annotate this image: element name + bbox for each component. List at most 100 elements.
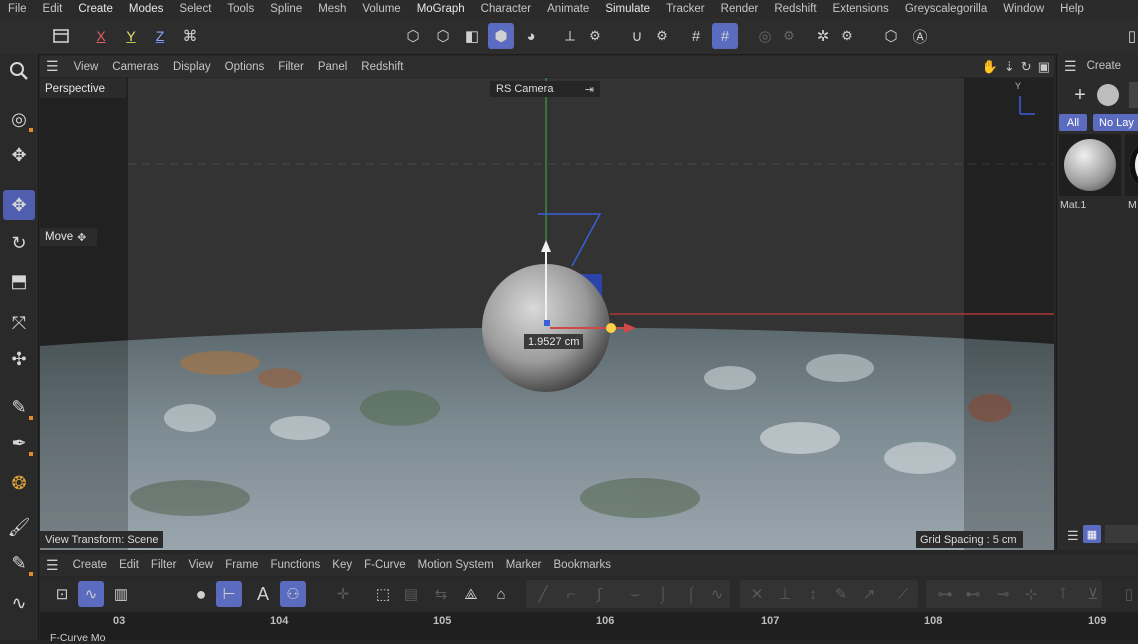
- dopesheet-mode-icon[interactable]: ⊡: [49, 581, 75, 607]
- menu-spline[interactable]: Spline: [262, 3, 310, 15]
- menu-select[interactable]: Select: [171, 3, 219, 15]
- redshift-ipr-icon[interactable]: Ⓐ: [907, 23, 933, 49]
- tangent-flat-icon[interactable]: ⊥: [772, 581, 798, 607]
- menu-greyscalegorilla[interactable]: Greyscalegorilla: [897, 3, 995, 15]
- material-thumbnail-2[interactable]: [1125, 134, 1138, 196]
- viewport-camera-label[interactable]: Perspective: [45, 83, 105, 95]
- lock-value-icon[interactable]: ⊹: [1018, 581, 1044, 607]
- points-mode-icon[interactable]: ⬡: [400, 23, 426, 49]
- zero-angle-icon[interactable]: ⊶: [932, 581, 958, 607]
- linear-interpolation-icon[interactable]: ╱: [530, 581, 556, 607]
- fcurve-menu-frame[interactable]: Frame: [219, 559, 264, 571]
- toolbar-overflow-icon[interactable]: ▯: [1126, 23, 1138, 49]
- material-menu-create[interactable]: Create: [1087, 60, 1122, 72]
- thumbnail-size-slider[interactable]: [1105, 525, 1138, 543]
- render-settings-icon[interactable]: ⚙: [776, 23, 802, 49]
- workplane-icon[interactable]: #: [712, 23, 738, 49]
- menu-extensions[interactable]: Extensions: [825, 3, 897, 15]
- add-material-icon[interactable]: +: [1067, 82, 1093, 108]
- fcurve-menu-bookmarks[interactable]: Bookmarks: [548, 559, 618, 571]
- redshift-render-icon[interactable]: ⬡: [878, 23, 904, 49]
- dolly-view-icon[interactable]: ⇣: [1001, 59, 1018, 75]
- user-filter-icon[interactable]: ⚇: [280, 581, 306, 607]
- tangent-lock-icon[interactable]: ↕: [800, 581, 826, 607]
- text-tool-icon[interactable]: A: [250, 581, 276, 607]
- filter-no-layer-tab[interactable]: No Lay: [1093, 114, 1138, 131]
- fcurve-menu-filter[interactable]: Filter: [145, 559, 183, 571]
- scale-tool-icon[interactable]: ⬒: [3, 266, 35, 296]
- transform-tool-icon[interactable]: ⤧: [3, 308, 35, 338]
- grid-view-icon[interactable]: ▦: [1083, 525, 1101, 543]
- viewport-menu-display[interactable]: Display: [166, 61, 218, 73]
- ease-interpolation-icon[interactable]: ⌣: [622, 581, 648, 607]
- menu-mograph[interactable]: MoGraph: [409, 3, 473, 15]
- viewport-menu-options[interactable]: Options: [218, 61, 272, 73]
- zero-length-icon[interactable]: ⊷: [960, 581, 986, 607]
- edges-mode-icon[interactable]: ⬡: [430, 23, 456, 49]
- key-reduction-icon[interactable]: ⟁: [458, 581, 484, 607]
- texture-mode-icon[interactable]: ◕: [518, 23, 544, 49]
- paint-brush-icon[interactable]: 🖌: [3, 512, 35, 542]
- tangent-clamp-icon[interactable]: ↗: [856, 581, 882, 607]
- model-mode-icon[interactable]: ⬢: [488, 23, 514, 49]
- frame-selected-icon[interactable]: ▤: [398, 581, 424, 607]
- fcurve-menu-view[interactable]: View: [182, 559, 219, 571]
- snap-settings-icon[interactable]: ⚙: [649, 23, 675, 49]
- menu-edit[interactable]: Edit: [35, 3, 71, 15]
- viewport-hamburger-icon[interactable]: ☰: [40, 58, 67, 75]
- viewport-menu-cameras[interactable]: Cameras: [105, 61, 166, 73]
- menu-tools[interactable]: Tools: [219, 3, 262, 15]
- fcurve-menu-key[interactable]: Key: [326, 559, 358, 571]
- snap-magnet-icon[interactable]: ∪: [624, 23, 650, 49]
- menu-animate[interactable]: Animate: [539, 3, 597, 15]
- fcurve-menu-motion-system[interactable]: Motion System: [412, 559, 500, 571]
- y-axis-lock-button[interactable]: Y: [118, 23, 144, 49]
- viewport-menu-filter[interactable]: Filter: [271, 61, 311, 73]
- grid-snap-icon[interactable]: #: [683, 23, 709, 49]
- maximize-view-icon[interactable]: ▣: [1035, 59, 1054, 75]
- axis-mode-icon[interactable]: ⟂: [557, 23, 583, 49]
- coordinate-system-icon[interactable]: ⌘: [177, 23, 203, 49]
- x-axis-lock-button[interactable]: X: [88, 23, 114, 49]
- menu-help[interactable]: Help: [1052, 3, 1092, 15]
- pan-view-icon[interactable]: ✋: [979, 59, 1001, 75]
- ripple-edit-icon[interactable]: ⇆: [428, 581, 454, 607]
- sketch-pen-icon[interactable]: ✎: [3, 548, 35, 578]
- ease-out-icon[interactable]: ⌠: [678, 581, 704, 607]
- menu-tracker[interactable]: Tracker: [658, 3, 713, 15]
- spline-pen-icon[interactable]: ✎: [3, 392, 35, 422]
- material-preview-icon[interactable]: [1097, 84, 1119, 106]
- move-tool-icon[interactable]: ✥: [3, 190, 35, 220]
- spline-interpolation-icon[interactable]: ∫: [586, 581, 612, 607]
- search-icon[interactable]: [3, 56, 35, 86]
- menu-volume[interactable]: Volume: [354, 3, 408, 15]
- filter-all-tab[interactable]: All: [1059, 114, 1087, 131]
- list-view-icon[interactable]: ☰: [1067, 528, 1079, 544]
- menu-redshift[interactable]: Redshift: [766, 3, 824, 15]
- viewport-menu-panel[interactable]: Panel: [311, 61, 354, 73]
- key-keep-icon[interactable]: ⊻: [1080, 581, 1106, 607]
- keyframe-mode-icon[interactable]: ●: [188, 581, 214, 607]
- toolbar-more-icon[interactable]: ▯: [1120, 581, 1138, 607]
- axis-settings-icon[interactable]: ⚙: [582, 23, 608, 49]
- menu-character[interactable]: Character: [473, 3, 540, 15]
- key-zero-icon[interactable]: ⊺: [1050, 581, 1076, 607]
- spline-draw-icon[interactable]: ∿: [3, 588, 35, 618]
- material-hamburger-icon[interactable]: ☰: [1057, 58, 1087, 75]
- render-region-icon[interactable]: ◎: [752, 23, 778, 49]
- viewport-menu-view[interactable]: View: [67, 61, 106, 73]
- fcurve-menu-marker[interactable]: Marker: [500, 559, 548, 571]
- z-axis-lock-button[interactable]: Z: [147, 23, 173, 49]
- fcurve-menu-functions[interactable]: Functions: [264, 559, 326, 571]
- material-label-2[interactable]: M: [1128, 199, 1137, 211]
- tool-settings-icon[interactable]: ✥: [3, 140, 35, 170]
- ease-in-icon[interactable]: ⌡: [650, 581, 676, 607]
- fcurve-menu-edit[interactable]: Edit: [113, 559, 145, 571]
- menu-modes[interactable]: Modes: [121, 3, 172, 15]
- orbit-view-icon[interactable]: ↻: [1018, 59, 1035, 75]
- menu-render[interactable]: Render: [713, 3, 767, 15]
- fcurve-mode-icon[interactable]: ∿: [78, 581, 104, 607]
- cloner-icon[interactable]: ❂: [3, 468, 35, 498]
- clean-brush-icon[interactable]: ⌂: [488, 581, 514, 607]
- lock-time-icon[interactable]: ⊸: [990, 581, 1016, 607]
